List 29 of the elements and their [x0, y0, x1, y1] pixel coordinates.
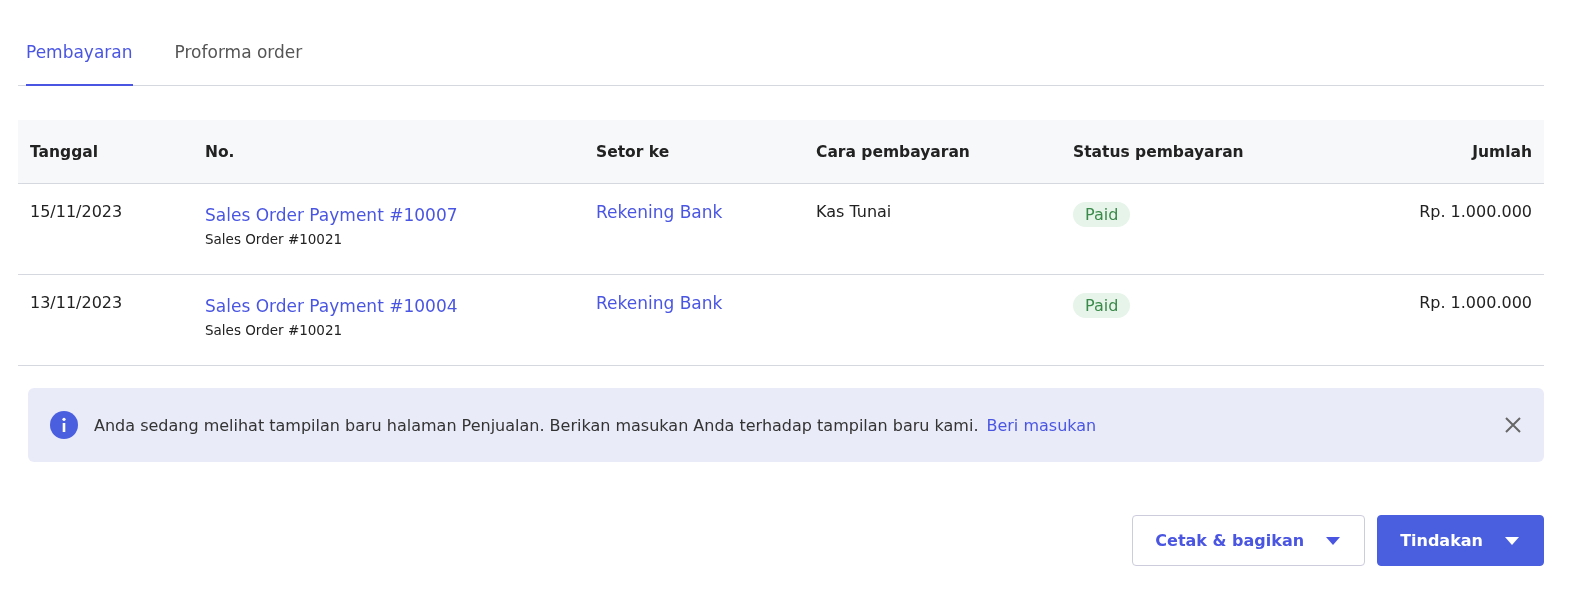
caret-icon — [1326, 536, 1341, 545]
caret-icon — [1505, 536, 1519, 545]
column-header: Jumlah — [1470, 142, 1532, 161]
status-badge: Paid — [1073, 293, 1131, 318]
amount-cell-text: Rp. 1.000.000 — [1418, 202, 1532, 221]
date-cell-text: 13/11/2023 — [30, 293, 124, 312]
column-header: No. — [205, 142, 236, 161]
info-icon — [50, 411, 78, 439]
reference-text: Sales Order #10021 — [205, 231, 344, 247]
column-header: Cara pembayaran — [816, 142, 971, 161]
column-header: Tanggal — [30, 142, 100, 161]
dropdown-button[interactable]: Tindakan — [1377, 515, 1544, 566]
tab[interactable]: Proforma order — [174, 30, 303, 86]
column-header: Status pembayaran — [1073, 142, 1245, 161]
method-cell-text: Kas Tunai — [816, 202, 893, 221]
close-button[interactable] — [1504, 416, 1522, 434]
banner-message: Anda sedang melihat tampilan baru halaman Penjualan. Berikan masukan Anda terhadap tampilan baru kami. Beri masukan — [94, 415, 1098, 435]
account-link[interactable]: Rekening Bank — [596, 293, 816, 313]
date-cell-text: 15/11/2023 — [30, 202, 124, 221]
column-header: Setor ke — [596, 142, 671, 161]
status-badge: Paid — [1073, 202, 1131, 227]
dropdown-button[interactable]: Cetak & bagikan — [1132, 515, 1366, 566]
payment-link[interactable]: Sales Order Payment #10004 — [205, 296, 458, 316]
tab[interactable]: Pembayaran — [26, 30, 133, 86]
feedback-link[interactable]: Beri masukan — [986, 415, 1097, 435]
reference-text: Sales Order #10021 — [205, 322, 344, 338]
amount-cell-text: Rp. 1.000.000 — [1418, 293, 1532, 312]
account-link[interactable]: Rekening Bank — [596, 202, 816, 222]
payment-link[interactable]: Sales Order Payment #10007 — [205, 205, 458, 225]
